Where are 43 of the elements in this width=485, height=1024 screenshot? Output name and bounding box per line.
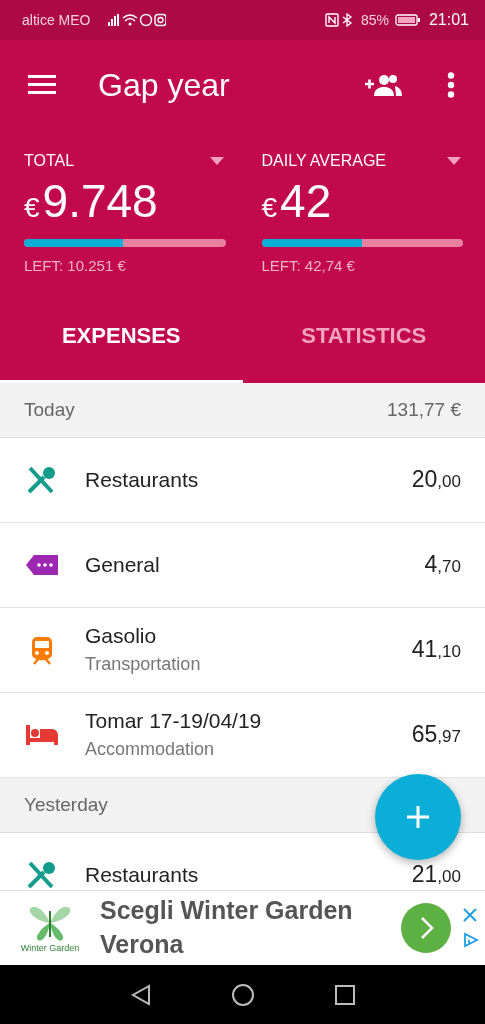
home-icon[interactable] xyxy=(231,982,256,1007)
close-icon[interactable] xyxy=(463,908,477,922)
category-name: Accommodation xyxy=(85,739,216,761)
menu-icon[interactable] xyxy=(28,74,58,96)
dropdown-icon[interactable] xyxy=(209,157,224,165)
summary-amount: €42 xyxy=(261,176,333,227)
expense-amount: 4,70 xyxy=(424,551,461,579)
back-icon[interactable] xyxy=(129,983,152,1006)
expense-name: Restaurants xyxy=(85,862,200,887)
expense-name: Tomar 17-19/04/19 xyxy=(85,709,263,734)
expense-name: Restaurants xyxy=(85,467,200,492)
expense-amount: 20,00 xyxy=(411,466,461,494)
recents-icon[interactable] xyxy=(335,984,356,1005)
expense-amount: 21,00 xyxy=(411,861,461,889)
ad-headline: Scegli Winter Garden Verona xyxy=(100,895,354,960)
remaining-amount: LEFT: 42,74 € xyxy=(261,256,356,274)
more-options-icon[interactable] xyxy=(447,72,455,98)
day-total: 131,77 € xyxy=(387,398,461,421)
carrier-name: altice MEO xyxy=(22,12,91,28)
summary-label: DAILY AVERAGE xyxy=(261,152,386,170)
chevron-button-icon[interactable] xyxy=(401,903,451,953)
battery-percent: 85% xyxy=(360,12,389,28)
ad-choices-icon[interactable] xyxy=(463,932,479,948)
clock: 21:01 xyxy=(428,11,469,29)
tab[interactable]: STATISTICS xyxy=(242,291,485,383)
logo-caption: Winter Garden xyxy=(20,943,80,953)
expense-name: General xyxy=(85,552,161,577)
summary-amount: €9.748 xyxy=(24,176,159,227)
day-header: Today xyxy=(24,398,75,421)
signal-wifi-icons xyxy=(106,13,167,27)
add-button[interactable] xyxy=(375,773,461,860)
category-name: Transportation xyxy=(85,654,202,676)
expense-amount: 65,97 xyxy=(411,721,461,749)
summary-label: TOTAL xyxy=(24,152,75,170)
expense-name: Gasolio xyxy=(85,624,158,649)
add-people-icon[interactable] xyxy=(365,74,403,96)
battery-icon xyxy=(394,13,421,27)
dropdown-icon[interactable] xyxy=(447,157,461,165)
day-header: Yesterday xyxy=(24,793,108,816)
screen-title: Gap year xyxy=(98,66,230,104)
expense-amount: 41,10 xyxy=(411,636,461,664)
remaining-amount: LEFT: 10.251 € xyxy=(24,256,127,274)
plus-icon xyxy=(406,804,430,829)
